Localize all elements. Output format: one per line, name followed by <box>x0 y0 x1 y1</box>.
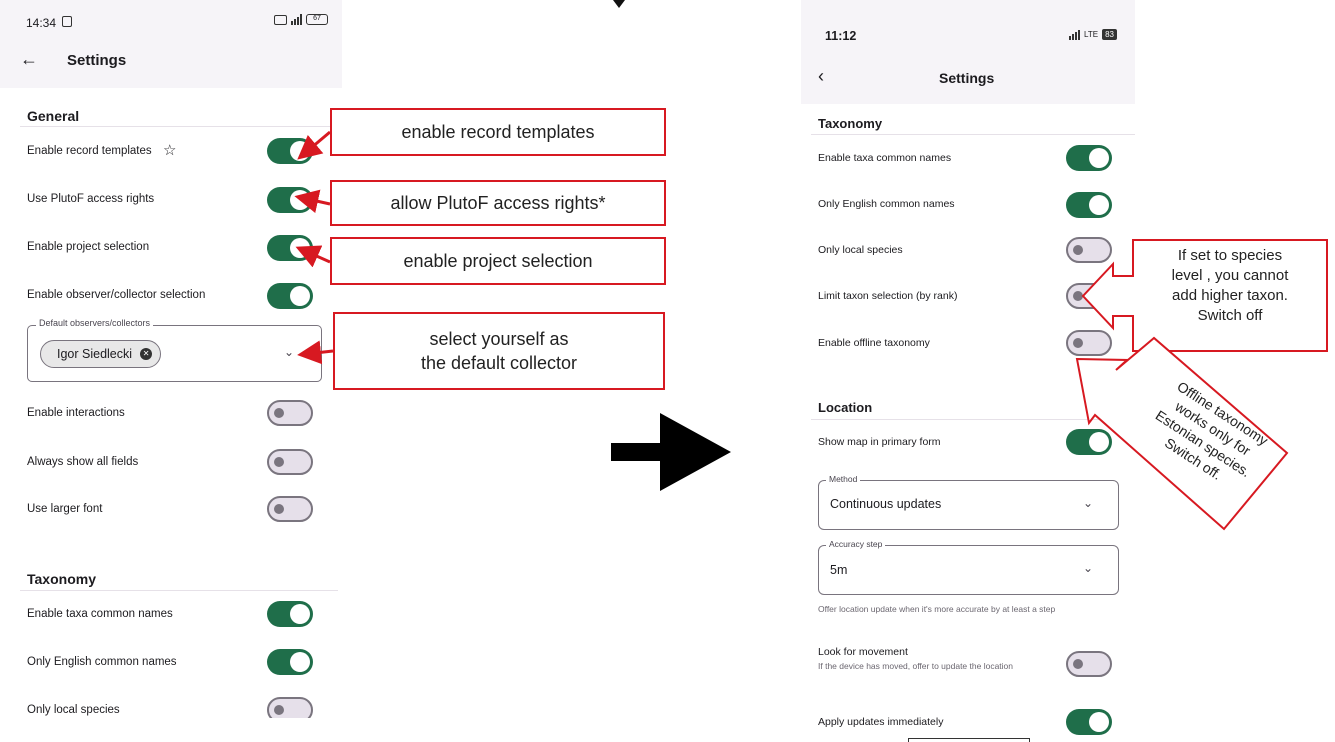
callout-rank: If set to species level , you cannot add… <box>1137 246 1323 326</box>
callout-text: If set to species <box>1177 247 1283 264</box>
arrow-collector <box>297 340 334 365</box>
right-arrow-icon <box>611 413 731 491</box>
arrow-templates <box>297 130 331 160</box>
annotation-overlay <box>294 0 1328 531</box>
callout-text: level , you cannot <box>1171 267 1289 284</box>
callout-text: Switch off <box>1197 307 1263 324</box>
arrow-access <box>294 189 331 214</box>
arrow-project <box>295 245 331 268</box>
callout-text: add higher taxon. <box>1172 287 1288 304</box>
top-arrow-tip-icon <box>613 0 625 8</box>
